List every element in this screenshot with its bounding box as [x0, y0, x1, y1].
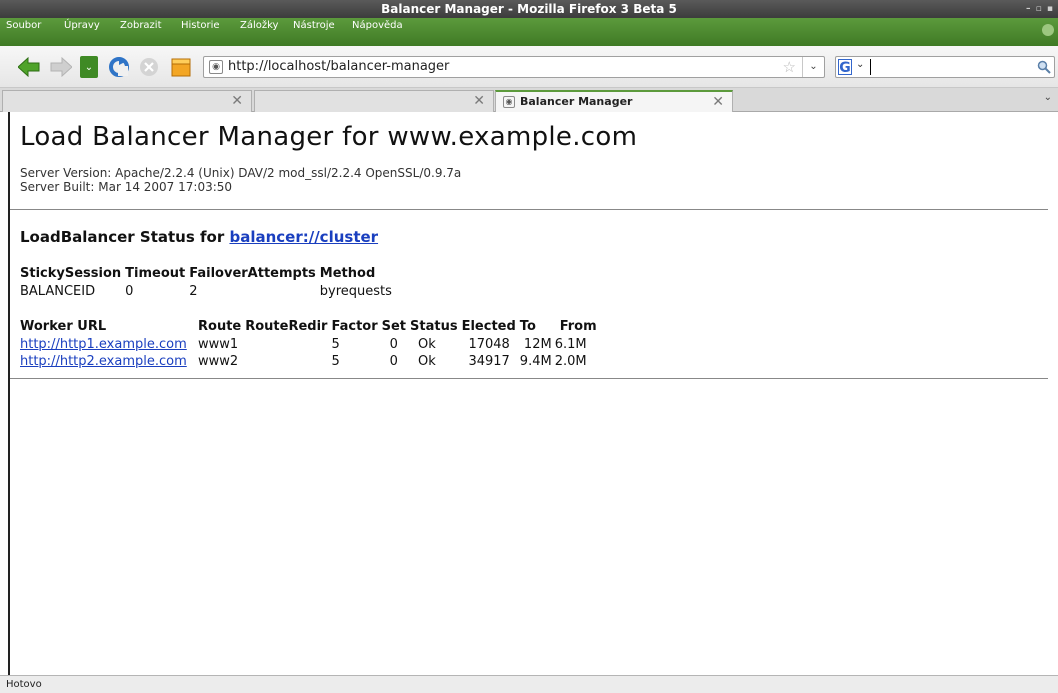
menu-zalozky[interactable]: Záložky: [240, 20, 278, 31]
table-cell: 5: [331, 337, 340, 352]
worker-url-link[interactable]: http://http1.example.com: [20, 337, 187, 352]
table-header: Status: [410, 319, 458, 334]
stop-button[interactable]: [138, 56, 160, 78]
table-header: Elected: [461, 319, 516, 334]
page-favicon-icon: ◉: [503, 96, 515, 108]
table-header: FailoverAttempts: [189, 266, 316, 281]
search-input[interactable]: [870, 59, 1030, 75]
table-cell: www1: [198, 337, 239, 352]
tab-list-chevron-icon[interactable]: ⌄: [1044, 92, 1052, 103]
magnifier-icon[interactable]: [1037, 60, 1051, 74]
tab-label: Balancer Manager: [520, 95, 633, 108]
status-heading-prefix: LoadBalancer Status for: [20, 228, 230, 246]
menu-nastroje[interactable]: Nástroje: [293, 20, 335, 31]
table-cell: www2: [198, 354, 239, 369]
tab-2[interactable]: ✕: [254, 90, 494, 112]
table-cell: [245, 353, 331, 370]
table-header-row: StickySession Timeout FailoverAttempts M…: [20, 266, 392, 283]
menu-bar: Soubor Úpravy Zobrazit Historie Záložky …: [0, 18, 1058, 46]
table-cell: [245, 336, 331, 353]
url-bar[interactable]: ◉ http://localhost/balancer-manager ☆ ⌄: [203, 56, 825, 78]
window-controls[interactable]: – ▫ ▪: [1026, 0, 1054, 18]
history-dropdown-button[interactable]: ⌄: [80, 56, 98, 78]
site-identity-icon[interactable]: ◉: [209, 60, 223, 74]
forward-button[interactable]: [50, 56, 72, 78]
home-box-icon: [171, 58, 191, 77]
url-input[interactable]: http://localhost/balancer-manager: [228, 59, 449, 74]
table-cell: 0: [389, 354, 398, 369]
table-header: RouteRedir: [245, 319, 328, 334]
table-cell: byrequests: [319, 284, 392, 299]
forward-arrow-icon: [50, 57, 72, 77]
menu-upravy[interactable]: Úpravy: [64, 20, 100, 31]
table-header-row: Worker URL Route RouteRedir Factor Set S…: [20, 319, 601, 336]
table-cell: 34917: [468, 354, 510, 369]
back-arrow-icon: [18, 57, 40, 77]
bookmark-star-icon[interactable]: ☆: [783, 58, 796, 76]
table-cell: Ok: [418, 354, 436, 369]
menu-zobrazit[interactable]: Zobrazit: [120, 20, 162, 31]
table-cell: 2: [189, 284, 198, 299]
table-header: From: [559, 319, 597, 334]
tab-bar: ✕ ✕ ◉ Balancer Manager ✕ ⌄: [0, 88, 1058, 113]
navigation-toolbar: ⌄ ◉ http://localhost/balancer-manager ☆ …: [0, 46, 1058, 88]
balancer-cluster-link[interactable]: balancer://cluster: [229, 228, 378, 246]
table-cell: 17048: [468, 337, 510, 352]
chevron-down-icon: ⌄: [84, 61, 94, 73]
divider: [10, 209, 1048, 210]
table-row: http://http1.example.com www1 5 0 Ok 170…: [20, 336, 601, 353]
window-title: Balancer Manager - Mozilla Firefox 3 Bet…: [381, 2, 677, 16]
page-title: Load Balancer Manager for www.example.co…: [20, 122, 638, 152]
status-text: Hotovo: [6, 679, 42, 690]
google-engine-icon[interactable]: G: [838, 59, 852, 76]
table-header: Worker URL: [20, 319, 107, 334]
engine-dropdown-icon[interactable]: ⌄: [856, 59, 864, 70]
balancer-status-heading: LoadBalancer Status for balancer://clust…: [20, 228, 1058, 246]
menu-soubor[interactable]: Soubor: [6, 20, 41, 31]
page-content: Load Balancer Manager for www.example.co…: [8, 112, 1058, 675]
table-header: To: [519, 319, 536, 334]
worker-url-link[interactable]: http://http2.example.com: [20, 354, 187, 369]
throbber-icon: [1042, 24, 1054, 36]
menu-historie[interactable]: Historie: [181, 20, 220, 31]
table-cell: 0: [125, 284, 134, 299]
search-bar[interactable]: G ⌄: [835, 56, 1055, 78]
back-button[interactable]: [18, 56, 40, 78]
table-cell: 0: [389, 337, 398, 352]
window-titlebar: Balancer Manager - Mozilla Firefox 3 Bet…: [0, 0, 1058, 18]
table-header: Route: [198, 319, 242, 334]
close-tab-icon[interactable]: ✕: [712, 94, 724, 110]
reload-icon: [109, 57, 129, 77]
home-button[interactable]: [170, 56, 192, 78]
status-bar: Hotovo: [0, 675, 1058, 693]
table-row: BALANCEID 0 2 byrequests: [20, 283, 392, 300]
table-header: Method: [319, 266, 376, 281]
table-cell: 12M: [523, 337, 552, 352]
worker-table: Worker URL Route RouteRedir Factor Set S…: [20, 319, 601, 370]
balancer-settings-table: StickySession Timeout FailoverAttempts M…: [20, 266, 392, 300]
table-row: http://http2.example.com www2 5 0 Ok 349…: [20, 353, 601, 370]
table-header: Timeout: [125, 266, 186, 281]
table-header: Set: [381, 319, 407, 334]
table-header: StickySession: [20, 266, 122, 281]
reload-button[interactable]: [108, 56, 130, 78]
server-built: Server Built: Mar 14 2007 17:03:50: [20, 180, 233, 194]
table-cell: BALANCEID: [20, 284, 96, 299]
url-dropdown-button[interactable]: ⌄: [802, 57, 824, 77]
stop-icon: [140, 58, 158, 76]
tab-balancer-manager[interactable]: ◉ Balancer Manager ✕: [495, 90, 733, 113]
table-cell: 2.0M: [554, 354, 587, 369]
table-cell: Ok: [418, 337, 436, 352]
tab-1[interactable]: ✕: [2, 90, 252, 112]
menu-napoveda[interactable]: Nápověda: [352, 20, 403, 31]
server-version: Server Version: Apache/2.2.4 (Unix) DAV/…: [20, 166, 462, 180]
close-tab-icon[interactable]: ✕: [473, 93, 485, 109]
close-tab-icon[interactable]: ✕: [231, 93, 243, 109]
table-cell: 9.4M: [519, 354, 552, 369]
divider: [10, 378, 1048, 379]
table-cell: 5: [331, 354, 340, 369]
table-header: Factor: [331, 319, 378, 334]
table-cell: 6.1M: [554, 337, 587, 352]
